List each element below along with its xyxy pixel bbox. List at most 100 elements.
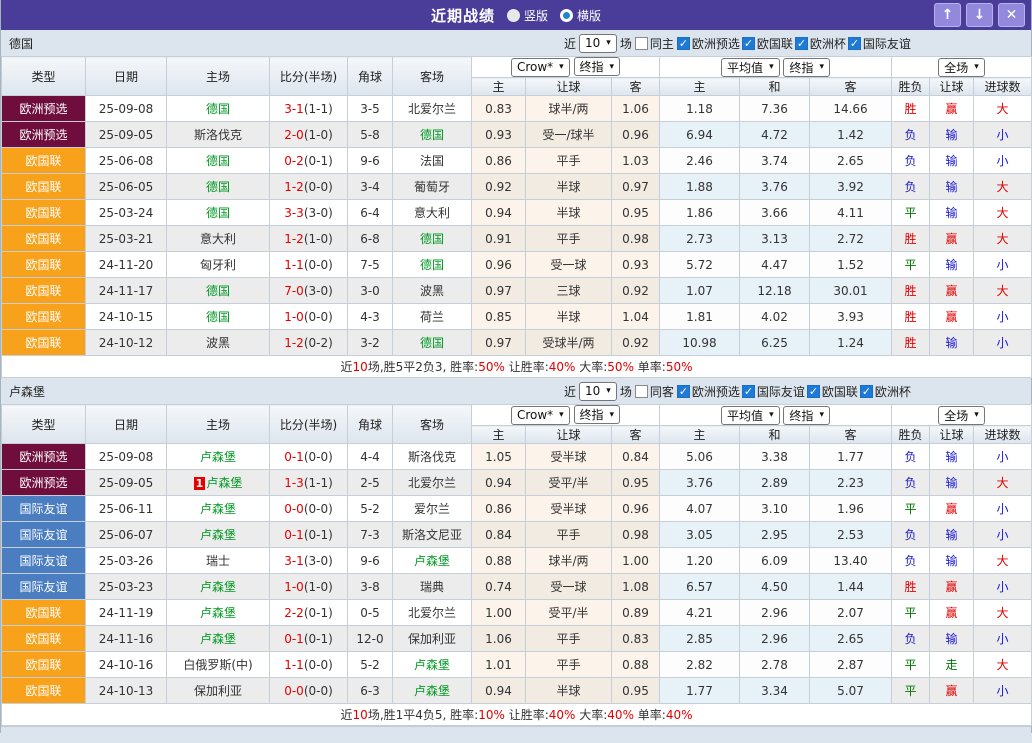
match-type: 国际友谊 xyxy=(2,548,86,574)
match-count-select[interactable]: 10▾ xyxy=(579,34,617,53)
goals-outcome: 大 xyxy=(974,470,1032,496)
goals-outcome: 小 xyxy=(974,574,1032,600)
avg-draw-odds: 2.89 xyxy=(740,470,810,496)
crow-away-odds: 0.95 xyxy=(612,470,660,496)
corner-score: 3-4 xyxy=(348,174,393,200)
layout-radio-vertical[interactable]: 竖版 xyxy=(495,7,548,24)
average-select[interactable]: 平均值▾ xyxy=(721,58,780,77)
league-filter[interactable]: 欧洲预选 xyxy=(677,383,740,400)
home-team: 德国 xyxy=(167,304,270,330)
league-checkbox[interactable] xyxy=(860,385,873,398)
corner-score: 6-8 xyxy=(348,226,393,252)
match-row: 国际友谊25-03-26瑞士3-1(3-0)9-6卢森堡0.88球半/两1.00… xyxy=(2,548,1032,574)
filter-row-germany: 德国 近 10▾ 场 同主 欧洲预选 欧国联 欧洲杯 国际友谊 xyxy=(1,30,1031,56)
chevron-down-icon: ▾ xyxy=(819,62,824,72)
average-select[interactable]: 平均值▾ xyxy=(721,406,780,425)
goals-outcome: 小 xyxy=(974,330,1032,356)
score: 0-1(0-1) xyxy=(270,626,348,652)
goals-outcome: 大 xyxy=(974,278,1032,304)
same-venue-checkbox[interactable] xyxy=(635,37,648,50)
final-odds-select[interactable]: 终指▾ xyxy=(574,405,621,424)
handicap-outcome: 输 xyxy=(930,330,974,356)
league-checkbox[interactable] xyxy=(742,385,755,398)
same-venue-label: 同主 xyxy=(650,35,674,52)
scope-select[interactable]: 全场▾ xyxy=(938,406,985,425)
match-date: 24-11-17 xyxy=(86,278,167,304)
avg-draw-odds: 3.74 xyxy=(740,148,810,174)
bookmaker-select[interactable]: Crow*▾ xyxy=(511,58,570,77)
col-avg-away: 客 xyxy=(810,426,892,444)
crow-handicap: 球半/两 xyxy=(526,96,612,122)
crow-handicap: 三球 xyxy=(526,278,612,304)
league-filter[interactable]: 欧洲预选 xyxy=(677,35,740,52)
league-checkbox[interactable] xyxy=(795,37,808,50)
final-odds-select[interactable]: 终指▾ xyxy=(574,57,621,76)
match-count-select[interactable]: 10▾ xyxy=(579,382,617,401)
chevron-down-icon: ▾ xyxy=(974,62,979,72)
red-card-badge: 1 xyxy=(194,477,206,490)
col-type: 类型 xyxy=(2,57,86,96)
league-checkbox[interactable] xyxy=(742,37,755,50)
league-checkbox[interactable] xyxy=(807,385,820,398)
scope-select[interactable]: 全场▾ xyxy=(938,58,985,77)
avg-home-odds: 5.72 xyxy=(660,252,740,278)
crow-away-odds: 0.97 xyxy=(612,174,660,200)
col-away: 客场 xyxy=(393,57,472,96)
avg-away-odds: 5.07 xyxy=(810,678,892,704)
radio-icon[interactable] xyxy=(560,9,573,22)
crow-home-odds: 0.96 xyxy=(472,252,526,278)
avg-away-odds: 1.42 xyxy=(810,122,892,148)
handicap-outcome: 输 xyxy=(930,122,974,148)
match-date: 25-06-08 xyxy=(86,148,167,174)
score: 3-1(3-0) xyxy=(270,548,348,574)
match-date: 24-10-16 xyxy=(86,652,167,678)
radio-icon[interactable] xyxy=(507,9,520,22)
result-outcome: 负 xyxy=(892,522,930,548)
handicap-outcome: 赢 xyxy=(930,278,974,304)
league-filter[interactable]: 国际友谊 xyxy=(742,383,805,400)
match-type: 欧国联 xyxy=(2,174,86,200)
near-label: 近 xyxy=(564,35,576,52)
league-filter[interactable]: 欧洲杯 xyxy=(860,383,911,400)
league-checkbox[interactable] xyxy=(677,385,690,398)
result-outcome: 负 xyxy=(892,444,930,470)
match-row: 欧洲预选25-09-05斯洛伐克2-0(1-0)5-8德国0.93受一/球半0.… xyxy=(2,122,1032,148)
move-down-button[interactable]: ↓ xyxy=(966,3,993,27)
match-date: 25-06-07 xyxy=(86,522,167,548)
league-filter[interactable]: 欧国联 xyxy=(807,383,858,400)
league-filter[interactable]: 国际友谊 xyxy=(848,35,911,52)
result-outcome: 平 xyxy=(892,252,930,278)
league-checkbox[interactable] xyxy=(677,37,690,50)
same-venue-checkbox[interactable] xyxy=(635,385,648,398)
move-up-button[interactable]: ↑ xyxy=(934,3,961,27)
match-type: 欧国联 xyxy=(2,652,86,678)
crow-home-odds: 1.06 xyxy=(472,626,526,652)
crow-away-odds: 0.96 xyxy=(612,496,660,522)
crow-home-odds: 0.88 xyxy=(472,548,526,574)
home-team: 保加利亚 xyxy=(167,678,270,704)
league-filter[interactable]: 欧国联 xyxy=(742,35,793,52)
league-filter[interactable]: 欧洲杯 xyxy=(795,35,846,52)
avg-home-odds: 4.07 xyxy=(660,496,740,522)
avg-home-odds: 6.94 xyxy=(660,122,740,148)
match-row: 欧洲预选25-09-08德国3-1(1-1)3-5北爱尔兰0.83球半/两1.0… xyxy=(2,96,1032,122)
avg-away-odds: 1.96 xyxy=(810,496,892,522)
crow-handicap: 平手 xyxy=(526,148,612,174)
radio-vertical-label[interactable]: 竖版 xyxy=(524,7,548,24)
final-odds-select[interactable]: 终指▾ xyxy=(783,406,830,425)
home-team: 德国 xyxy=(167,200,270,226)
final-odds-select[interactable]: 终指▾ xyxy=(783,58,830,77)
close-button[interactable]: ✕ xyxy=(998,3,1025,27)
match-row: 欧国联24-10-16白俄罗斯(中)1-1(0-0)5-2卢森堡1.01平手0.… xyxy=(2,652,1032,678)
crow-home-odds: 0.84 xyxy=(472,522,526,548)
away-team: 卢森堡 xyxy=(393,678,472,704)
crow-band: Crow*▾ 终指▾ xyxy=(472,57,660,78)
league-checkbox[interactable] xyxy=(848,37,861,50)
handicap-outcome: 输 xyxy=(930,174,974,200)
radio-horizontal-label[interactable]: 横版 xyxy=(577,7,601,24)
filter-controls: 近 10▾ 场 同客 欧洲预选 国际友谊 欧国联 欧洲杯 xyxy=(564,382,913,401)
avg-home-odds: 10.98 xyxy=(660,330,740,356)
avg-away-odds: 3.93 xyxy=(810,304,892,330)
bookmaker-select[interactable]: Crow*▾ xyxy=(511,406,570,425)
layout-radio-horizontal[interactable]: 横版 xyxy=(548,7,601,24)
